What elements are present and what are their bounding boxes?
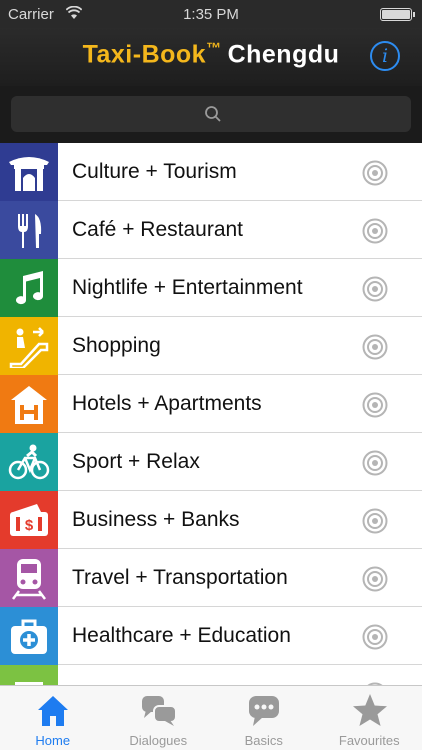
tab-favourites[interactable]: Favourites — [317, 686, 422, 750]
category-tile: $ — [0, 491, 58, 549]
category-tile — [0, 549, 58, 607]
fork-knife-icon — [18, 214, 42, 248]
target-icon[interactable] — [362, 624, 388, 650]
home-icon — [38, 696, 68, 726]
target-icon[interactable] — [362, 392, 388, 418]
list-item[interactable]: $ Business + Banks — [0, 491, 422, 549]
clock: 1:35 PM — [183, 6, 239, 23]
target-icon[interactable] — [362, 334, 388, 360]
music-note-icon — [16, 271, 44, 305]
list-item[interactable]: Sport + Relax — [0, 433, 422, 491]
category-list: Culture + Tourism Café + Restaurant Nightl… — [0, 143, 422, 685]
category-label: Hotels + Apartments — [72, 392, 262, 415]
list-item[interactable] — [0, 665, 422, 685]
list-item[interactable]: Travel + Transportation — [0, 549, 422, 607]
money-icon: $ — [10, 504, 48, 536]
tab-label: Basics — [244, 733, 283, 748]
category-tile — [0, 665, 58, 685]
info-icon[interactable]: i — [370, 41, 400, 71]
search-field-container[interactable] — [11, 96, 411, 132]
tab-home[interactable]: Home — [0, 686, 106, 750]
app-title: Taxi-Book™ Chengdu — [0, 40, 422, 69]
target-icon[interactable] — [362, 276, 388, 302]
bicycle-icon — [8, 444, 50, 480]
category-label: Culture + Tourism — [72, 160, 237, 183]
category-label: Café + Restaurant — [72, 218, 244, 241]
category-label: Healthcare + Education — [72, 624, 291, 647]
tab-label: Home — [35, 733, 71, 748]
medical-kit-icon — [11, 619, 47, 654]
train-icon — [12, 559, 46, 600]
tab-dialogues[interactable]: Dialogues — [106, 686, 212, 750]
search-bar — [0, 86, 422, 143]
speech-bubble-icon — [249, 696, 279, 726]
temple-icon — [9, 157, 49, 191]
list-item[interactable]: Shopping — [0, 317, 422, 375]
target-icon[interactable] — [362, 508, 388, 534]
svg-text:$: $ — [25, 517, 34, 534]
category-tile — [0, 433, 58, 491]
trademark-symbol: ™ — [206, 40, 222, 57]
city-name: Chengdu — [227, 40, 340, 69]
escalator-icon — [9, 327, 49, 368]
hotel-icon — [11, 386, 47, 424]
category-label: Sport + Relax — [72, 450, 200, 473]
battery-icon — [380, 8, 415, 21]
category-tile — [0, 375, 58, 433]
list-item[interactable]: Hotels + Apartments — [0, 375, 422, 433]
star-icon — [352, 694, 387, 726]
tab-label: Dialogues — [129, 733, 188, 748]
brand-name: Taxi-Book — [82, 40, 207, 69]
target-icon[interactable] — [362, 566, 388, 592]
category-label: Travel + Transportation — [72, 566, 288, 589]
list-item[interactable]: Healthcare + Education — [0, 607, 422, 665]
more-icon — [15, 682, 43, 685]
list-item[interactable]: Nightlife + Entertainment — [0, 259, 422, 317]
search-icon — [205, 106, 221, 122]
target-icon[interactable] — [362, 450, 388, 476]
navigation-bar: Taxi-Book™ Chengdu i — [0, 28, 422, 86]
status-bar: Carrier 1:35 PM — [0, 0, 422, 28]
category-label: Shopping — [72, 334, 161, 357]
tab-label: Favourites — [338, 733, 400, 748]
category-label: Nightlife + Entertainment — [72, 276, 303, 299]
category-tile — [0, 259, 58, 317]
list-item[interactable]: Café + Restaurant — [0, 201, 422, 259]
category-label: Business + Banks — [72, 508, 240, 531]
category-tile — [0, 143, 58, 201]
category-tile — [0, 607, 58, 665]
category-tile — [0, 201, 58, 259]
category-tile — [0, 317, 58, 375]
tab-basics[interactable]: Basics — [211, 686, 317, 750]
target-icon[interactable] — [362, 218, 388, 244]
tab-bar: Home Dialogues Basics Favourites — [0, 685, 422, 750]
target-icon[interactable] — [362, 160, 388, 186]
chat-bubbles-icon — [141, 696, 177, 726]
list-item[interactable]: Culture + Tourism — [0, 143, 422, 201]
